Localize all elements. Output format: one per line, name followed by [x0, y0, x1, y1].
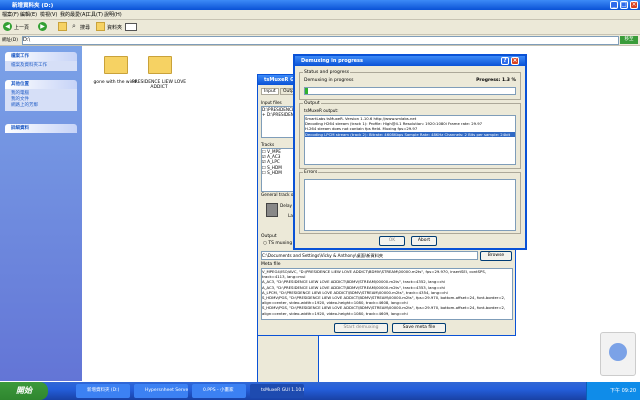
- ok-button[interactable]: OK: [379, 236, 405, 246]
- progress-title: Demuxing in progress: [301, 58, 364, 64]
- progress-text: Progress: 1.3 %: [476, 78, 516, 83]
- search-label[interactable]: 搜尋: [80, 24, 90, 31]
- demux-progress-dialog: Demuxing in progress ? × Status and prog…: [293, 54, 527, 250]
- views-icon[interactable]: [125, 23, 137, 31]
- search-icon[interactable]: ⌕: [72, 23, 76, 30]
- menu-favorites[interactable]: 我的最愛(A): [60, 11, 87, 18]
- output-label: Output: [261, 234, 277, 239]
- progress-bar: [304, 87, 516, 95]
- file-tasks-header[interactable]: 檔案工作: [5, 52, 77, 61]
- meta-file-text[interactable]: V_MPEG4/ISO/AVC, "D:\PRESIDENCE LIEW LOV…: [261, 268, 513, 320]
- log-line-selected: Decoding LPCM stream (track 2): Bitrate:…: [305, 131, 515, 137]
- network-places-link[interactable]: 網路上的芳鄰: [11, 103, 77, 109]
- output-header: tsMuxeR output:: [304, 108, 339, 113]
- address-label: 網址(D): [2, 38, 18, 43]
- menu-view[interactable]: 檢視(V): [40, 11, 57, 18]
- status-groupbox: Status and progress Demuxing in progress…: [299, 70, 521, 100]
- track-thumbnail-icon: [266, 203, 278, 217]
- status-text: Demuxing in progress: [304, 78, 354, 83]
- meta-line: S_HDMV/PGS, "D:\PRESIDENCE LIEW LOVE ADD…: [262, 305, 506, 311]
- general-track-label: General track o: [261, 192, 294, 197]
- back-arrow-icon[interactable]: ◀: [3, 22, 12, 31]
- input-files-label: Input files: [261, 100, 282, 105]
- browse-button[interactable]: Browse: [480, 251, 512, 261]
- menu-file[interactable]: 檔案(F): [2, 11, 19, 18]
- output-group-label: Output: [303, 101, 321, 106]
- details-panel: 詳細資料: [5, 124, 77, 133]
- menu-tools[interactable]: 工具(T): [86, 11, 103, 18]
- system-tray: 下午 09:20: [586, 382, 640, 400]
- watermark-circle-icon: [609, 343, 627, 361]
- folder-label[interactable]: PRESIDENCE LIEW LOVE ADDICT: [129, 80, 189, 90]
- track-code: S_HDM: [267, 169, 282, 175]
- folder-icon[interactable]: [104, 56, 128, 74]
- ts-muxing-label: TS muxing: [268, 241, 293, 246]
- folders-label[interactable]: 資料夾: [107, 24, 122, 31]
- address-input[interactable]: D:\: [22, 36, 619, 45]
- forward-arrow-icon[interactable]: ▶: [38, 22, 47, 31]
- watermark-logo: [600, 332, 636, 376]
- tab-input[interactable]: Input: [261, 88, 279, 95]
- go-button[interactable]: 移至: [620, 36, 638, 44]
- tracks-label: Tracks: [261, 142, 275, 147]
- close-icon[interactable]: ×: [630, 1, 638, 9]
- menubar: 檔案(F) 編輯(E) 檢視(V) 我的最愛(A) 工具(T) 說明(H): [0, 10, 640, 20]
- ts-muxing-radio[interactable]: ○ TS muxing: [263, 241, 292, 246]
- meta-line: align=center, video-width=1920, video-he…: [262, 310, 408, 316]
- up-folder-icon[interactable]: [58, 22, 67, 31]
- taskbar-item[interactable]: Hypersnheet Server Co...: [134, 384, 188, 398]
- other-places-header[interactable]: 其他位置: [5, 80, 77, 89]
- explorer-titlebar[interactable]: 新增資料夾 (D:) _ □ ×: [0, 0, 640, 10]
- maximize-icon[interactable]: □: [620, 1, 628, 9]
- other-places-panel: 其他位置 我的電腦 我的文件 網路上的芳鄰: [5, 80, 77, 111]
- close-icon[interactable]: ×: [511, 57, 519, 65]
- file-folder-tasks-link[interactable]: 檔案及資料夾工作: [11, 63, 77, 69]
- minimize-icon[interactable]: _: [610, 1, 618, 9]
- start-demuxing-button[interactable]: Start demuxing: [334, 323, 388, 333]
- taskbar-item[interactable]: 0.PPS - 小畫家: [192, 384, 246, 398]
- save-meta-file-button[interactable]: Save meta file: [392, 323, 446, 333]
- task-sidebar: 檔案工作 檔案及資料夾工作 其他位置 我的電腦 我的文件 網路上的芳鄰 詳細資料: [0, 46, 82, 381]
- errors-groupbox: Errors: [299, 170, 521, 234]
- abort-button[interactable]: Abort: [411, 236, 437, 246]
- taskbar-item-active[interactable]: tsMuxeR GUI 1.10.6: [250, 384, 304, 398]
- delay-label: Delay: [280, 203, 293, 208]
- help-icon[interactable]: ?: [501, 57, 509, 65]
- back-label[interactable]: 上一頁: [14, 24, 29, 31]
- taskbar-item[interactable]: 新增資料夾 (D:): [76, 384, 130, 398]
- status-group-label: Status and progress: [303, 70, 351, 75]
- output-path-input[interactable]: C:\Documents and Settings\Vicky & Anthon…: [261, 251, 478, 260]
- folder-icon[interactable]: [148, 56, 172, 74]
- output-groupbox: Output tsMuxeR output: SmartLabs tsMuxeR…: [299, 101, 521, 169]
- toolbar: ◀ 上一頁 ▶ ⌕ 搜尋 資料夾: [0, 20, 640, 35]
- clock[interactable]: 下午 09:20: [610, 388, 636, 394]
- folders-icon[interactable]: [96, 22, 105, 31]
- address-bar: 網址(D) D:\ 移至: [0, 35, 640, 46]
- progress-bar-fill: [305, 88, 308, 94]
- errors-log[interactable]: [304, 179, 516, 231]
- output-log[interactable]: SmartLabs tsMuxeR. Version 1.10.6 http:/…: [304, 115, 516, 165]
- progress-titlebar[interactable]: Demuxing in progress ? ×: [295, 56, 525, 66]
- explorer-title: 新增資料夾 (D:): [12, 3, 54, 9]
- taskbar: 開始 新增資料夾 (D:) Hypersnheet Server Co... 0…: [0, 382, 640, 400]
- details-header[interactable]: 詳細資料: [5, 124, 77, 133]
- menu-help[interactable]: 說明(H): [104, 11, 122, 18]
- file-tasks-panel: 檔案工作 檔案及資料夾工作: [5, 52, 77, 71]
- meta-file-label: Meta file: [261, 262, 281, 267]
- start-button[interactable]: 開始: [0, 382, 48, 400]
- menu-edit[interactable]: 編輯(E): [20, 11, 37, 18]
- errors-group-label: Errors: [303, 170, 319, 175]
